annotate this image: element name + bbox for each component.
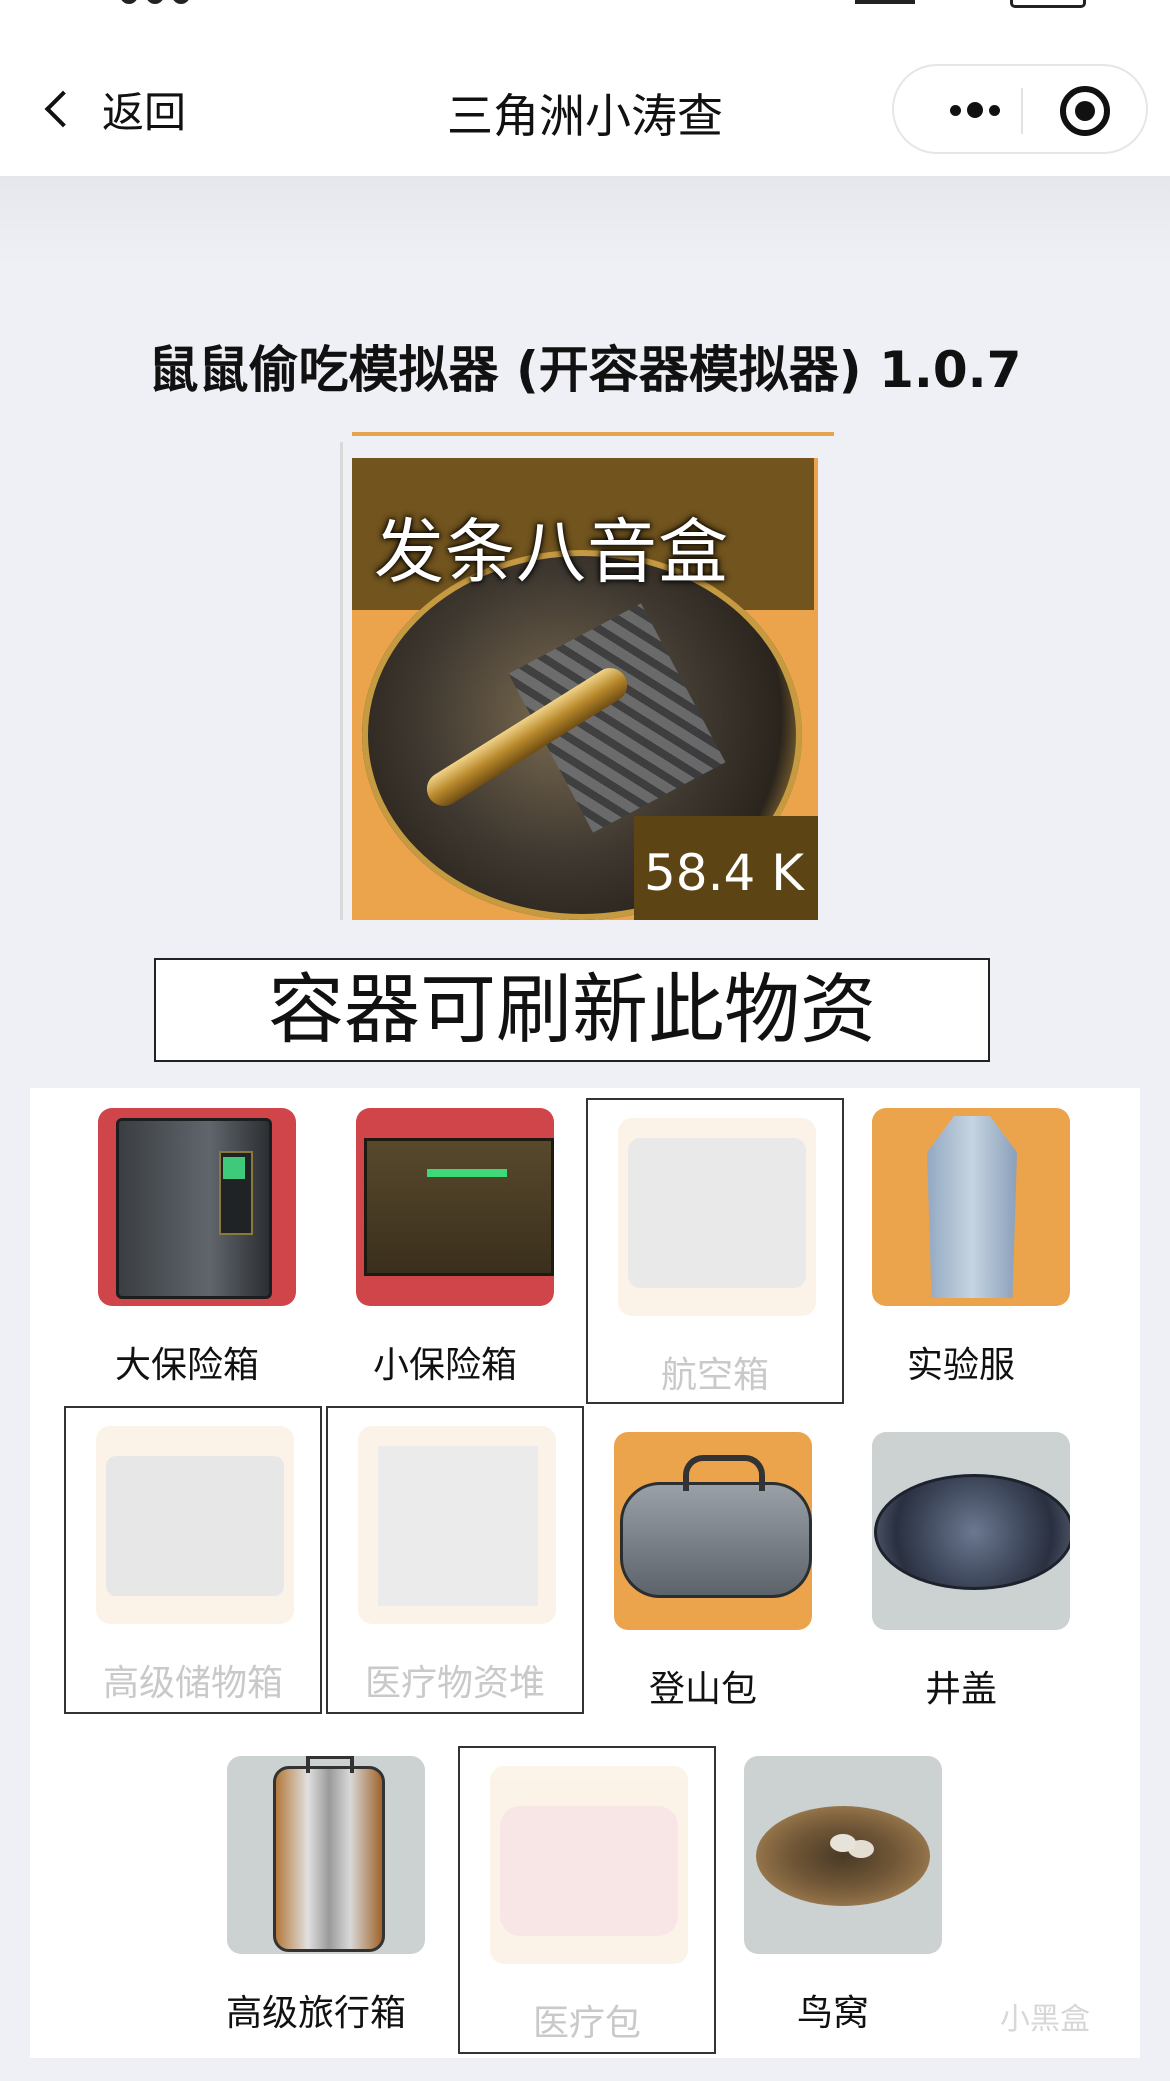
container-label: 医疗包 (532, 2003, 641, 2044)
music-box-image: 发条八音盒 58.4 K (352, 458, 818, 920)
container-label: 大保险箱 (114, 1345, 259, 1386)
close-target-icon[interactable] (1060, 86, 1110, 136)
mini-program-capsule (892, 64, 1148, 154)
suitcase-thumb (227, 1756, 425, 1954)
bird-nest-thumb (744, 1756, 942, 1954)
aviation-case-thumb (618, 1118, 816, 1316)
header-shadow (0, 176, 1170, 266)
item-price: 58.4 K (644, 844, 805, 902)
lab-coat-thumb (872, 1108, 1070, 1306)
container-medkit[interactable]: 医疗包 (458, 1746, 716, 2054)
container-grid: 大保险箱 小保险箱 航空箱 实验服 高级储物箱 医疗物资堆 登山包 井盖 高级旅… (30, 1088, 1140, 2058)
container-label: 小保险箱 (372, 1345, 517, 1386)
page-title: 鼠鼠偷吃模拟器 (开容器模拟器) 1.0.7 (148, 341, 1022, 399)
duffel-bag-icon (620, 1455, 812, 1598)
section-heading: 容器可刷新此物资 (154, 958, 990, 1062)
status-bar (0, 0, 1170, 40)
container-storage-crate[interactable]: 高级储物箱 (64, 1406, 322, 1714)
small-safe-thumb (356, 1108, 554, 1306)
container-small-safe[interactable]: 小保险箱 (316, 1088, 574, 1394)
container-big-safe[interactable]: 大保险箱 (58, 1088, 316, 1394)
container-label: 登山包 (648, 1669, 757, 1710)
container-lab-coat[interactable]: 实验服 (832, 1088, 1090, 1394)
big-safe-thumb (98, 1108, 296, 1306)
container-duffel-bag[interactable]: 登山包 (574, 1412, 832, 1718)
bird-nest-icon (756, 1806, 930, 1906)
container-label: 井盖 (924, 1669, 997, 1710)
manhole-icon (874, 1474, 1070, 1590)
item-card: 发条八音盒 58.4 K (340, 432, 834, 920)
container-label: 医疗物资堆 (364, 1663, 545, 1704)
medkit-thumb (490, 1766, 688, 1964)
aviation-case-icon (628, 1138, 806, 1288)
battery-icon (1010, 0, 1086, 8)
container-medical-pile[interactable]: 医疗物资堆 (326, 1406, 584, 1714)
big-safe-icon (116, 1118, 272, 1299)
item-name: 发条八音盒 (374, 511, 729, 593)
manhole-thumb (872, 1432, 1070, 1630)
medical-pile-thumb (358, 1426, 556, 1624)
container-manhole[interactable]: 井盖 (832, 1412, 1090, 1718)
medkit-icon (500, 1806, 678, 1936)
signal-icon (855, 0, 915, 4)
status-dots (120, 0, 240, 6)
storage-crate-thumb (96, 1426, 294, 1624)
nav-bar: 返回 三角洲小涛查 (0, 40, 1170, 176)
capsule-divider (1021, 88, 1023, 134)
medical-pile-icon (378, 1446, 538, 1606)
lab-coat-icon (927, 1116, 1017, 1298)
small-safe-icon (364, 1138, 554, 1276)
more-icon[interactable] (930, 96, 1020, 124)
container-aviation-case[interactable]: 航空箱 (586, 1098, 844, 1404)
watermark: 小黑盒 (1000, 2002, 1090, 2037)
container-bird-nest[interactable]: 鸟窝 (704, 1736, 962, 2042)
storage-crate-icon (106, 1456, 284, 1596)
container-label: 鸟窝 (796, 1993, 869, 2034)
container-suitcase[interactable]: 高级旅行箱 (187, 1736, 445, 2042)
card-top-line (352, 432, 834, 436)
card-left-line (340, 442, 343, 920)
container-label: 实验服 (906, 1345, 1015, 1386)
container-label: 航空箱 (660, 1355, 769, 1396)
duffel-bag-thumb (614, 1432, 812, 1630)
container-label: 高级储物箱 (102, 1663, 283, 1704)
container-label: 高级旅行箱 (225, 1993, 406, 2034)
suitcase-icon (273, 1756, 385, 1952)
